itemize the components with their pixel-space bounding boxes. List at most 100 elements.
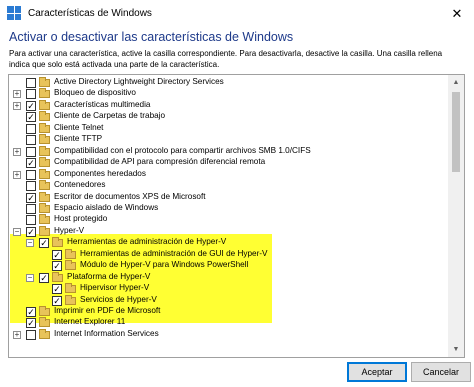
folder-icon xyxy=(39,157,50,168)
close-button[interactable]: ✕ xyxy=(446,4,468,24)
feature-label: Compatibilidad de API para compresión di… xyxy=(54,157,266,167)
feature-row[interactable]: ✓ Escritor de documentos XPS de Microsoft xyxy=(9,191,449,204)
scrollbar-thumb[interactable] xyxy=(452,92,460,172)
vertical-scrollbar[interactable]: ▲ ▼ xyxy=(448,75,464,357)
cancel-button[interactable]: Cancelar xyxy=(411,362,471,382)
feature-checkbox[interactable]: ✓ xyxy=(52,249,62,260)
feature-row[interactable]: Contenedores xyxy=(9,180,449,192)
feature-checkbox[interactable]: ✓ xyxy=(26,158,36,169)
feature-row[interactable]: − ✓ Herramientas de administración de Hype… xyxy=(9,237,449,249)
feature-row[interactable]: + Compatibilidad con el protocolo para co… xyxy=(9,145,449,158)
expand-plus-icon[interactable]: + xyxy=(13,147,21,156)
feature-label: Módulo de Hyper-V para Windows PowerShel… xyxy=(80,260,249,270)
folder-icon xyxy=(39,99,50,110)
folder-icon xyxy=(39,77,50,87)
feature-label: Imprimir en PDF de Microsoft xyxy=(54,306,161,315)
feature-row[interactable]: + Internet Information Services xyxy=(9,328,449,341)
feature-checkbox[interactable] xyxy=(26,329,36,340)
feature-checkbox[interactable]: ✓ xyxy=(26,226,36,237)
accept-button[interactable]: Aceptar xyxy=(347,362,407,382)
feature-label: Cliente Telnet xyxy=(54,122,104,132)
feature-row[interactable]: ✓ Servicios de Hyper-V xyxy=(9,294,449,307)
folder-icon xyxy=(39,88,50,99)
feature-label: Internet Information Services xyxy=(54,328,159,338)
feature-label: Hyper-V xyxy=(54,225,85,235)
folder-icon xyxy=(39,134,50,145)
expand-plus-icon[interactable]: + xyxy=(13,101,21,110)
feature-row[interactable]: ✓ Internet Explorer 11 xyxy=(9,317,449,329)
description-text: Para activar una característica, active … xyxy=(9,49,443,69)
collapse-minus-icon[interactable]: − xyxy=(26,273,34,282)
feature-row[interactable]: − ✓ Plataforma de Hyper-V xyxy=(9,271,449,284)
feature-checkbox[interactable] xyxy=(26,203,36,214)
collapse-minus-icon[interactable]: − xyxy=(13,227,21,236)
feature-checkbox[interactable]: ✓ xyxy=(26,318,36,329)
feature-row[interactable]: Host protegido xyxy=(9,214,449,226)
feature-checkbox[interactable]: ✓ xyxy=(26,192,36,203)
folder-icon xyxy=(65,260,76,271)
folder-icon xyxy=(39,180,50,191)
feature-label: Componentes heredados xyxy=(54,168,146,178)
feature-checkbox[interactable]: ✓ xyxy=(52,284,62,295)
feature-checkbox[interactable] xyxy=(26,181,36,192)
feature-checkbox[interactable]: ✓ xyxy=(26,112,36,123)
feature-label: Plataforma de Hyper-V xyxy=(67,271,151,281)
windows-features-icon xyxy=(7,6,21,20)
feature-row[interactable]: ✓ Cliente de Carpetas de trabajo xyxy=(9,111,449,123)
expand-plus-icon[interactable]: + xyxy=(13,90,21,99)
feature-label: Herramientas de administración de Hyper-… xyxy=(67,237,227,247)
scroll-up-arrow-icon[interactable]: ▲ xyxy=(448,75,464,90)
scroll-down-arrow-icon[interactable]: ▼ xyxy=(448,342,464,357)
feature-checkbox[interactable] xyxy=(26,89,36,100)
feature-checkbox[interactable] xyxy=(26,135,36,146)
feature-label: Hipervisor Hyper-V xyxy=(80,283,150,293)
feature-label: Contenedores xyxy=(54,180,106,190)
folder-icon xyxy=(39,225,50,236)
feature-row[interactable]: + ✓ Características multimedia xyxy=(9,99,449,112)
features-list: Active Directory Lightweight Directory S… xyxy=(9,75,449,357)
feature-checkbox[interactable]: ✓ xyxy=(52,295,62,306)
collapse-minus-icon[interactable]: − xyxy=(26,239,34,248)
feature-label: Cliente TFTP xyxy=(54,134,103,144)
folder-icon xyxy=(39,111,50,122)
feature-row[interactable]: ✓ Hipervisor Hyper-V xyxy=(9,283,449,295)
feature-label: Características multimedia xyxy=(54,99,151,109)
feature-row[interactable]: − ✓ Hyper-V xyxy=(9,225,449,238)
feature-checkbox[interactable] xyxy=(26,123,36,134)
feature-row[interactable]: Cliente TFTP xyxy=(9,134,449,146)
feature-row[interactable]: Active Directory Lightweight Directory S… xyxy=(9,77,449,89)
feature-checkbox[interactable]: ✓ xyxy=(26,100,36,111)
feature-row[interactable]: + Bloqueo de dispositivo xyxy=(9,88,449,100)
feature-checkbox[interactable] xyxy=(26,215,36,226)
folder-icon xyxy=(39,202,50,213)
feature-row[interactable]: Cliente Telnet xyxy=(9,122,449,135)
feature-label: Escritor de documentos XPS de Microsoft xyxy=(54,191,206,201)
expand-plus-icon[interactable]: + xyxy=(13,170,21,179)
feature-label: Bloqueo de dispositivo xyxy=(54,88,136,98)
feature-checkbox[interactable] xyxy=(26,78,36,88)
features-tree[interactable]: Active Directory Lightweight Directory S… xyxy=(8,74,465,358)
feature-checkbox[interactable] xyxy=(26,146,36,157)
feature-checkbox[interactable] xyxy=(26,169,36,180)
feature-label: Host protegido xyxy=(54,214,108,224)
feature-checkbox[interactable]: ✓ xyxy=(52,261,62,272)
feature-checkbox[interactable]: ✓ xyxy=(39,272,49,283)
feature-checkbox[interactable]: ✓ xyxy=(26,307,36,317)
feature-row[interactable]: ✓ Compatibilidad de API para compresión d… xyxy=(9,157,449,169)
feature-label: Servicios de Hyper-V xyxy=(80,294,157,304)
window-title: Características de Windows xyxy=(28,8,152,19)
feature-label: Internet Explorer 11 xyxy=(54,317,126,327)
feature-row[interactable]: + Componentes heredados xyxy=(9,168,449,181)
feature-row[interactable]: ✓ Herramientas de administración de GUI d… xyxy=(9,248,449,261)
folder-icon xyxy=(39,317,50,328)
feature-label: Herramientas de administración de GUI de… xyxy=(80,248,268,258)
feature-checkbox[interactable]: ✓ xyxy=(39,238,49,249)
folder-icon xyxy=(52,271,63,282)
folder-icon xyxy=(39,191,50,202)
feature-row[interactable]: ✓ Módulo de Hyper-V para Windows PowerShe… xyxy=(9,260,449,272)
folder-icon xyxy=(39,328,50,339)
feature-row[interactable]: ✓ Imprimir en PDF de Microsoft xyxy=(9,306,449,318)
expand-plus-icon[interactable]: + xyxy=(13,330,21,339)
folder-icon xyxy=(39,145,50,156)
feature-row[interactable]: Espacio aislado de Windows xyxy=(9,202,449,215)
